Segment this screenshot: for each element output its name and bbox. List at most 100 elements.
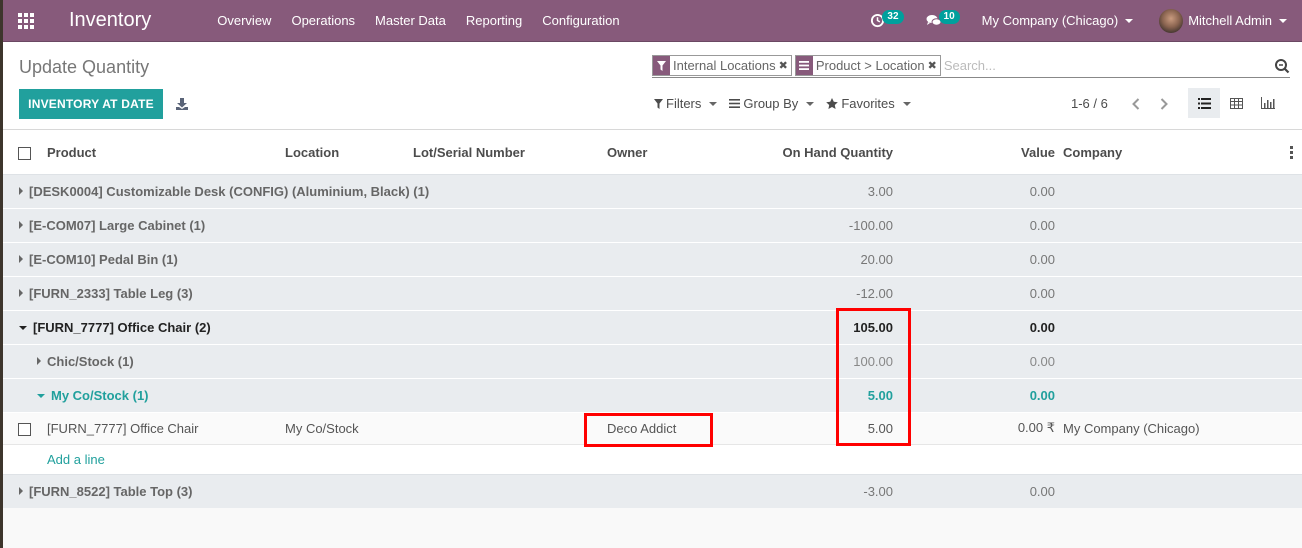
caret-right-icon	[19, 486, 23, 495]
search-input[interactable]	[943, 58, 1274, 73]
pager: 1-6 / 6	[1071, 96, 1178, 111]
cell-product[interactable]: [FURN_7777] Office Chair	[47, 411, 285, 445]
user-menu[interactable]: Mitchell Admin	[1159, 8, 1287, 33]
column-value[interactable]: Value	[893, 131, 1055, 175]
cell-value: 0.00 ₹	[893, 411, 1055, 445]
remove-facet-icon[interactable]: ✖	[928, 56, 940, 75]
pager-previous-icon[interactable]	[1122, 97, 1150, 110]
bar-chart-icon	[1261, 97, 1275, 109]
groupby-icon	[795, 56, 813, 75]
window-edge	[0, 0, 3, 548]
caret-down-icon	[19, 325, 27, 330]
cell-location[interactable]: My Co/Stock	[285, 411, 413, 445]
filters-dropdown[interactable]: Filters	[654, 96, 718, 111]
add-line-row: Add a line	[3, 443, 1302, 475]
column-company[interactable]: Company	[1063, 131, 1280, 175]
caret-right-icon	[19, 186, 23, 195]
download-icon[interactable]	[175, 97, 189, 111]
group-value: 0.00	[893, 207, 1055, 243]
menu-operations[interactable]: Operations	[281, 13, 365, 28]
cell-on-hand-qty[interactable]: 5.00	[727, 411, 893, 445]
subgroup-row[interactable]: Chic/Stock (1) 100.00 0.00	[3, 343, 1302, 379]
activities-button[interactable]: 32	[870, 9, 904, 28]
group-row[interactable]: [E-COM07] Large Cabinet (1) -100.00 0.00	[3, 207, 1302, 243]
remove-facet-icon[interactable]: ✖	[779, 56, 791, 75]
user-avatar	[1159, 8, 1184, 33]
group-label: [FURN_8522] Table Top (3)	[29, 483, 193, 499]
caret-down-icon	[806, 101, 815, 106]
messages-button[interactable]: 10	[926, 9, 960, 28]
facet-label: Internal Locations	[673, 58, 776, 73]
menu-master-data[interactable]: Master Data	[365, 13, 456, 28]
caret-right-icon	[19, 254, 23, 263]
group-value: 0.00	[893, 473, 1055, 509]
facet-product-location: Product > Location ✖	[794, 55, 941, 76]
subgroup-value: 0.00	[893, 343, 1055, 379]
group-value: 0.00	[893, 275, 1055, 311]
group-row[interactable]: [DESK0004] Customizable Desk (CONFIG) (A…	[3, 173, 1302, 209]
group-qty: 20.00	[727, 241, 893, 277]
group-value: 0.00	[893, 241, 1055, 277]
group-row[interactable]: [FURN_2333] Table Leg (3) -12.00 0.00	[3, 275, 1302, 311]
pager-next-icon[interactable]	[1150, 97, 1178, 110]
caret-down-icon	[902, 101, 911, 106]
column-lot-serial[interactable]: Lot/Serial Number	[413, 131, 607, 175]
cell-lot[interactable]	[413, 411, 607, 445]
cell-company[interactable]: My Company (Chicago)	[1063, 411, 1280, 445]
cell-owner[interactable]: Deco Addict	[607, 411, 727, 445]
view-switcher	[1188, 88, 1284, 118]
groupby-dropdown[interactable]: Group By	[729, 96, 815, 111]
row-checkbox[interactable]	[18, 422, 31, 436]
caret-down-icon	[37, 393, 45, 398]
add-a-line-link[interactable]: Add a line	[47, 452, 105, 467]
facet-label: Product > Location	[815, 58, 925, 73]
company-name: My Company (Chicago)	[981, 13, 1119, 28]
search-icon[interactable]	[1274, 58, 1290, 74]
filters-label: Filters	[666, 96, 702, 111]
subgroup-label: Chic/Stock (1)	[47, 353, 134, 369]
column-on-hand-quantity[interactable]: On Hand Quantity	[727, 131, 893, 175]
filter-icon	[654, 98, 663, 109]
subgroup-qty: 5.00	[727, 377, 893, 413]
company-switcher[interactable]: My Company (Chicago)	[982, 13, 1134, 28]
subgroup-label: My Co/Stock (1)	[51, 387, 149, 403]
table-row[interactable]: [FURN_7777] Office Chair My Co/Stock Dec…	[3, 411, 1302, 445]
subgroup-qty: 100.00	[727, 343, 893, 379]
caret-right-icon	[19, 288, 23, 297]
inventory-at-date-button[interactable]: INVENTORY AT DATE	[19, 89, 163, 119]
menu-configuration[interactable]: Configuration	[532, 13, 629, 28]
column-product[interactable]: Product	[47, 131, 285, 175]
column-location[interactable]: Location	[285, 131, 413, 175]
main-menu: Overview Operations Master Data Reportin…	[207, 13, 629, 28]
optional-columns-icon[interactable]	[1280, 145, 1302, 159]
control-panel: Update Quantity INVENTORY AT DATE Intern…	[3, 42, 1302, 130]
caret-down-icon	[1279, 18, 1287, 23]
column-owner[interactable]: Owner	[607, 131, 727, 175]
messages-count-badge: 10	[938, 9, 960, 24]
group-value: 0.00	[893, 173, 1055, 209]
graph-view-button[interactable]	[1252, 88, 1284, 118]
search-bar: Internal Locations ✖ Product > Location …	[652, 54, 1290, 78]
list-view-button[interactable]	[1188, 88, 1220, 118]
group-row[interactable]: [E-COM10] Pedal Bin (1) 20.00 0.00	[3, 241, 1302, 277]
group-label: [FURN_7777] Office Chair (2)	[33, 319, 211, 335]
group-value: 0.00	[893, 309, 1055, 345]
group-row[interactable]: [FURN_8522] Table Top (3) -3.00 0.00	[3, 473, 1302, 509]
groupby-icon	[729, 99, 741, 108]
pivot-view-button[interactable]	[1220, 88, 1252, 118]
group-qty: -12.00	[727, 275, 893, 311]
search-options: Filters Group By Favorites	[654, 96, 923, 111]
subgroup-row-expanded[interactable]: My Co/Stock (1) 5.00 0.00	[3, 377, 1302, 413]
apps-menu-icon[interactable]	[18, 12, 36, 29]
select-all-checkbox[interactable]	[18, 146, 31, 160]
app-title: Inventory	[69, 9, 152, 31]
pager-value[interactable]: 1-6 / 6	[1071, 96, 1108, 111]
breadcrumb: Update Quantity	[19, 57, 150, 77]
groupby-label: Group By	[743, 96, 799, 111]
group-label: [E-COM07] Large Cabinet (1)	[29, 217, 206, 233]
favorites-dropdown[interactable]: Favorites	[826, 96, 911, 111]
menu-reporting[interactable]: Reporting	[456, 13, 532, 28]
group-qty: -3.00	[727, 473, 893, 509]
menu-overview[interactable]: Overview	[207, 13, 281, 28]
group-row-expanded[interactable]: [FURN_7777] Office Chair (2) 105.00 0.00	[3, 309, 1302, 345]
